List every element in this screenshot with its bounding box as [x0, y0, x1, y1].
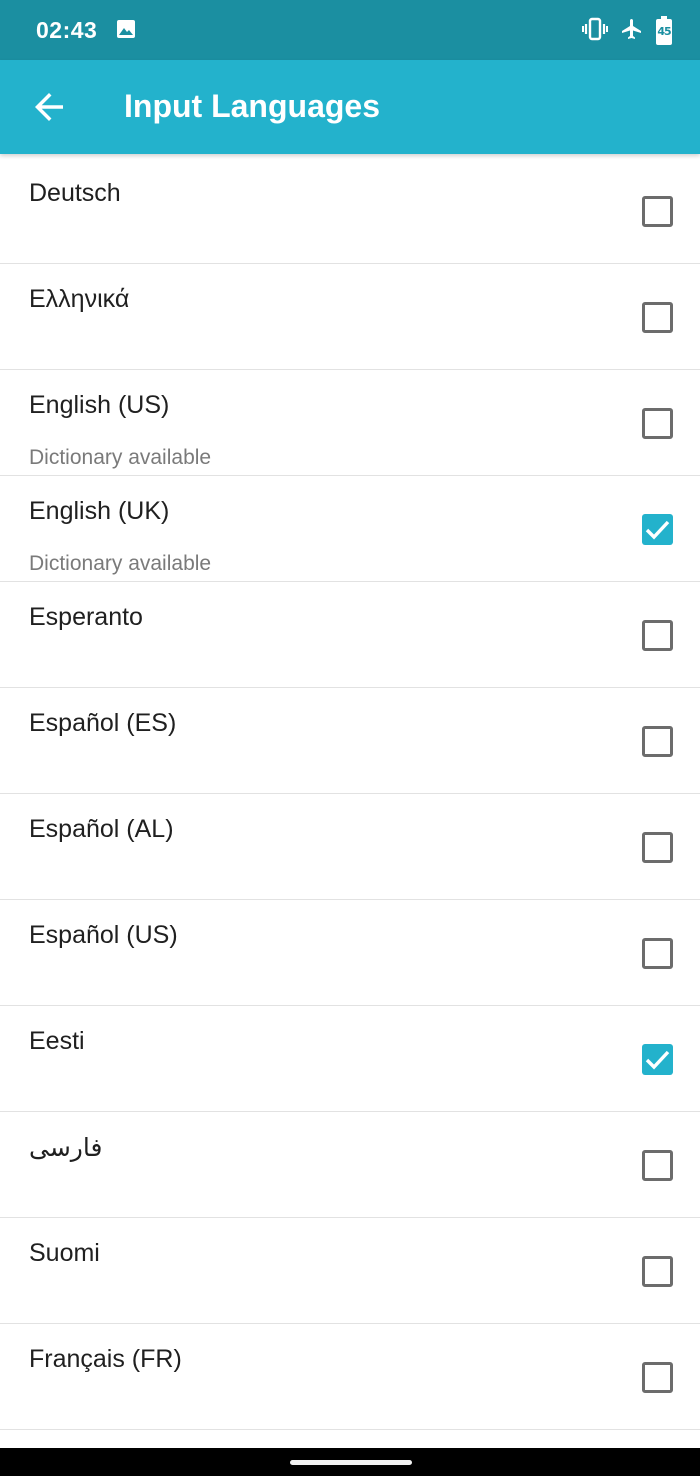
image-icon	[116, 19, 136, 39]
home-indicator[interactable]	[290, 1460, 412, 1465]
language-name: Español (US)	[29, 921, 178, 949]
language-row[interactable]: فارسی	[0, 1112, 700, 1218]
language-name: Ελληνικά	[29, 285, 130, 313]
language-name: Español (ES)	[29, 709, 177, 737]
language-checkbox[interactable]	[642, 1044, 673, 1075]
language-row[interactable]: English (UK) Dictionary available	[0, 476, 700, 582]
language-checkbox[interactable]	[642, 726, 673, 757]
language-name: Deutsch	[29, 179, 121, 207]
battery-level: 45	[657, 24, 671, 38]
language-checkbox[interactable]	[642, 1256, 673, 1287]
language-row[interactable]: Español (US)	[0, 900, 700, 1006]
language-row[interactable]: Deutsch	[0, 158, 700, 264]
language-checkbox[interactable]	[642, 408, 673, 439]
checkmark-icon	[645, 520, 670, 540]
language-checkbox[interactable]	[642, 514, 673, 545]
status-time: 02:43	[36, 17, 98, 43]
back-button[interactable]	[28, 86, 70, 128]
language-checkbox[interactable]	[642, 1362, 673, 1393]
language-list: Deutsch Ελληνικά English (US) Dictionary…	[0, 158, 700, 1430]
language-name: فارسی	[29, 1134, 103, 1162]
language-checkbox[interactable]	[642, 196, 673, 227]
language-subtitle: Dictionary available	[29, 446, 212, 469]
arrow-left-icon	[35, 93, 63, 121]
navigation-bar	[0, 1448, 700, 1476]
language-checkbox[interactable]	[642, 832, 673, 863]
battery-icon: 45	[656, 15, 672, 45]
checkmark-icon	[645, 1050, 670, 1070]
vibrate-icon	[582, 17, 608, 46]
language-checkbox[interactable]	[642, 620, 673, 651]
language-row[interactable]: Ελληνικά	[0, 264, 700, 370]
language-checkbox[interactable]	[642, 1150, 673, 1181]
status-icons: 45	[582, 15, 672, 47]
language-name: Suomi	[29, 1239, 100, 1267]
language-name: English (US)	[29, 391, 170, 419]
airplane-mode-icon	[620, 16, 644, 47]
language-name: English (UK)	[29, 497, 170, 525]
app-bar: Input Languages	[0, 60, 700, 154]
language-checkbox[interactable]	[642, 302, 673, 333]
language-name: Eesti	[29, 1027, 85, 1055]
language-name: Español (AL)	[29, 815, 174, 843]
language-subtitle: Dictionary available	[29, 552, 212, 575]
language-name: Français (FR)	[29, 1345, 182, 1373]
language-row[interactable]: English (US) Dictionary available	[0, 370, 700, 476]
language-checkbox[interactable]	[642, 938, 673, 969]
page-title: Input Languages	[124, 88, 380, 124]
language-row[interactable]: Suomi	[0, 1218, 700, 1324]
language-name: Esperanto	[29, 603, 143, 631]
language-row[interactable]: Français (FR)	[0, 1324, 700, 1430]
language-row[interactable]: Esperanto	[0, 582, 700, 688]
language-row[interactable]: Eesti	[0, 1006, 700, 1112]
status-bar: 02:43 45	[0, 0, 700, 60]
language-row[interactable]: Español (ES)	[0, 688, 700, 794]
language-row[interactable]: Español (AL)	[0, 794, 700, 900]
